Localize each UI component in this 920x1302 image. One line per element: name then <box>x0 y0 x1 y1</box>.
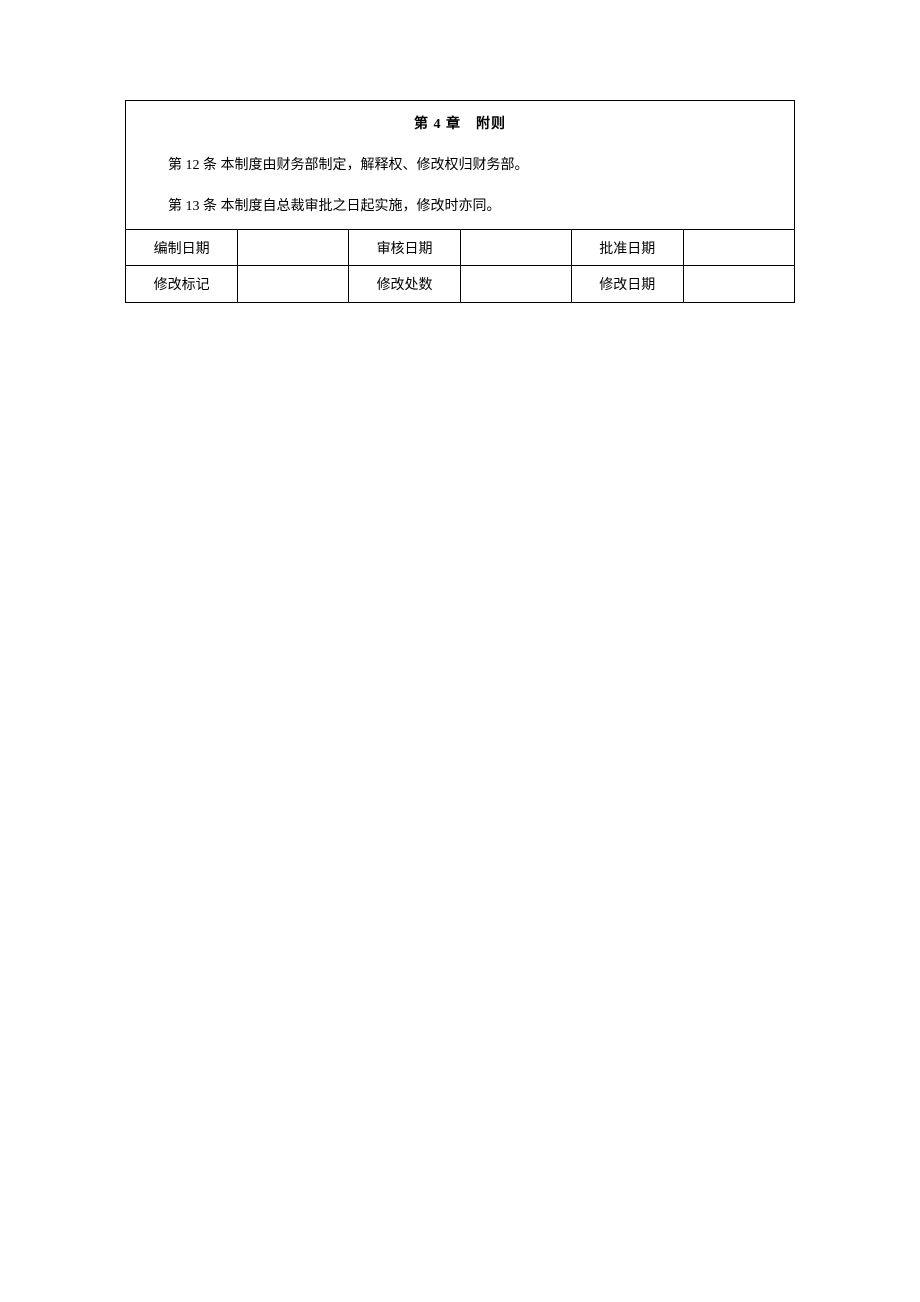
approve-date-label: 批准日期 <box>571 230 683 266</box>
review-date-value <box>460 230 571 266</box>
compile-date-value <box>238 230 349 266</box>
document-box: 第 4 章 附则 第 12 条 本制度由财务部制定，解释权、修改权归财务部。 第… <box>125 100 795 303</box>
compile-date-label: 编制日期 <box>126 230 238 266</box>
revision-count-value <box>460 266 571 302</box>
approve-date-value <box>683 230 794 266</box>
revision-date-label: 修改日期 <box>571 266 683 302</box>
footer-table: 编制日期 审核日期 批准日期 修改标记 修改处数 修改日期 <box>126 229 794 302</box>
article-13: 第 13 条 本制度自总裁审批之日起实施，修改时亦同。 <box>126 186 794 229</box>
revision-count-label: 修改处数 <box>349 266 461 302</box>
footer-row-1: 编制日期 审核日期 批准日期 <box>126 230 794 266</box>
footer-row-2: 修改标记 修改处数 修改日期 <box>126 266 794 302</box>
revision-mark-label: 修改标记 <box>126 266 238 302</box>
revision-date-value <box>683 266 794 302</box>
chapter-title-text: 第 4 章 附则 <box>414 117 506 132</box>
review-date-label: 审核日期 <box>349 230 461 266</box>
chapter-title: 第 4 章 附则 <box>126 101 794 145</box>
revision-mark-value <box>238 266 349 302</box>
article-12: 第 12 条 本制度由财务部制定，解释权、修改权归财务部。 <box>126 145 794 186</box>
